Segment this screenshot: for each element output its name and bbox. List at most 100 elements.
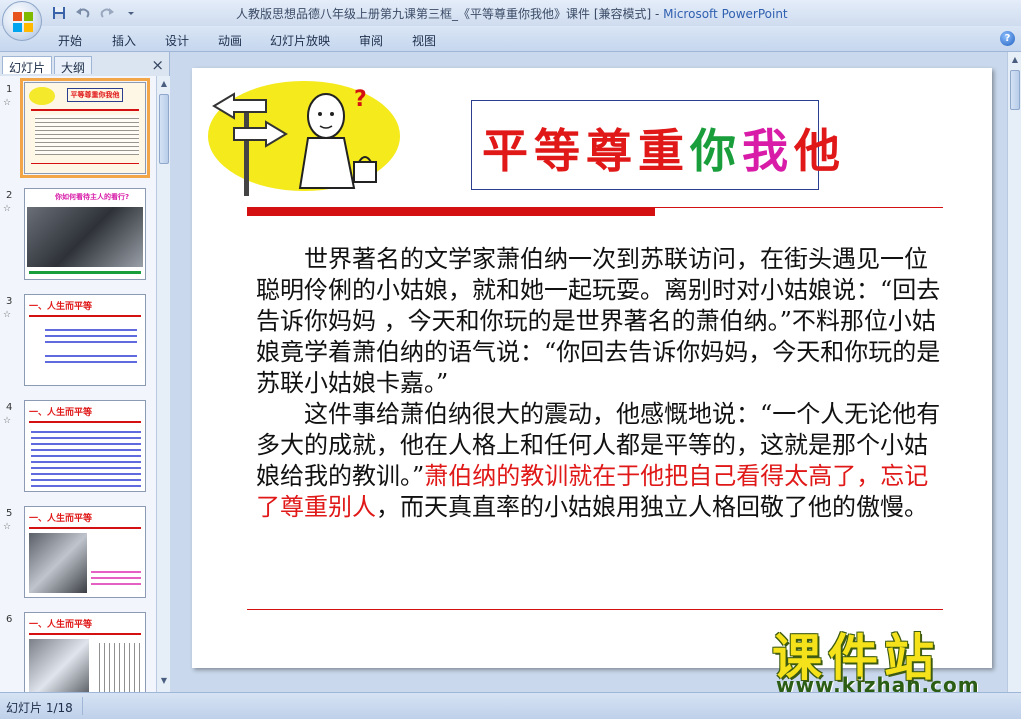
- title-bar: 人教版思想品德八年级上册第九课第三框_《平等尊重你我他》课件 [兼容模式] - …: [0, 0, 1021, 26]
- thumb-caption: [29, 271, 141, 274]
- paragraph-2: 这件事给萧伯纳很大的震动，他感慨地说：“一个人无论他有多大的成就，他在人格上和任…: [256, 399, 946, 523]
- office-logo-icon: [13, 12, 33, 32]
- site-watermark: 课件站 www.kjzhan.com: [772, 618, 1012, 698]
- animation-star-icon: ☆: [3, 204, 12, 214]
- thumb-title: 一、人生而平等: [29, 620, 93, 630]
- animation-star-icon: ☆: [3, 522, 12, 532]
- thumb-text-lines: [95, 643, 141, 692]
- tab-design[interactable]: 设计: [165, 32, 189, 49]
- tab-slides[interactable]: 幻灯片: [2, 56, 53, 75]
- title-char-4: 你: [690, 124, 740, 178]
- thumb-bar: [29, 527, 141, 529]
- title-char-1: 等: [534, 124, 584, 178]
- slide-editing-area: ? 平等尊重你我他 世界著名的文学家萧伯纳一次到苏联访问，在街头遇见一位聪明伶俐…: [172, 52, 1021, 692]
- tab-review[interactable]: 审阅: [359, 32, 383, 49]
- help-icon[interactable]: ?: [1000, 31, 1015, 46]
- tab-slideshow[interactable]: 幻灯片放映: [270, 32, 330, 49]
- slide-thumbnail-5[interactable]: 一、人生而平等: [24, 506, 146, 598]
- app-name: Microsoft PowerPoint: [663, 7, 788, 21]
- title-char-5: 我: [742, 124, 792, 178]
- tab-insert[interactable]: 插入: [112, 32, 136, 49]
- pane-tabs: 幻灯片 大纲 ×: [0, 54, 170, 75]
- slide-number: 2: [6, 190, 13, 201]
- undo-button[interactable]: [74, 4, 92, 22]
- save-button[interactable]: [50, 4, 68, 22]
- animation-star-icon: ☆: [3, 98, 12, 108]
- thumb-title: 平等尊重你我他: [67, 88, 123, 102]
- title-char-6: 他: [794, 124, 844, 178]
- thumb-text-lines: [91, 567, 141, 587]
- current-slide[interactable]: ? 平等尊重你我他 世界著名的文学家萧伯纳一次到苏联访问，在街头遇见一位聪明伶俐…: [192, 68, 992, 668]
- slide-thumbnail-6[interactable]: 一、人生而平等: [24, 612, 146, 692]
- thumbnail-scrollbar[interactable]: ▲ ▼: [156, 76, 170, 692]
- close-pane-icon[interactable]: ×: [151, 56, 164, 74]
- title-char-3: 重: [638, 124, 688, 178]
- thumb-bar: [29, 633, 141, 635]
- scroll-up-icon[interactable]: ▲: [1010, 55, 1020, 65]
- thumb-bar: [31, 109, 139, 111]
- window-title: 人教版思想品德八年级上册第九课第三框_《平等尊重你我他》课件 [兼容模式] - …: [236, 5, 788, 22]
- thumb-title: 你如何看待主人的看行?: [55, 193, 130, 201]
- thumbnail-list: 1 ☆ 平等尊重你我他 2 ☆ 你如何看待主人的看行? 3 ☆ 一、人生而平等 …: [0, 76, 156, 692]
- customize-qat-button[interactable]: [122, 4, 140, 22]
- red-accent-bar: [247, 208, 655, 216]
- slide-counter: 幻灯片 1/18: [6, 701, 73, 715]
- redo-icon: [100, 8, 114, 18]
- tab-home[interactable]: 开始: [58, 32, 82, 49]
- animation-star-icon: ☆: [3, 416, 12, 426]
- thumb-text-lines: [31, 427, 141, 487]
- svg-text:?: ?: [354, 87, 367, 112]
- scrollbar-thumb[interactable]: [159, 94, 169, 164]
- slide-thumbnail-2[interactable]: 你如何看待主人的看行?: [24, 188, 146, 280]
- scroll-down-icon[interactable]: ▼: [159, 676, 169, 686]
- thumb-bar: [29, 421, 141, 423]
- document-title: 人教版思想品德八年级上册第九课第三框_《平等尊重你我他》课件 [兼容模式] -: [236, 7, 664, 21]
- slide-thumbnail-3[interactable]: 一、人生而平等: [24, 294, 146, 386]
- slide-thumbnail-4[interactable]: 一、人生而平等: [24, 400, 146, 492]
- thumb-title: 一、人生而平等: [29, 408, 93, 418]
- slide-title-box: 平等尊重你我他: [471, 100, 840, 190]
- thumb-line: [31, 163, 139, 164]
- slide-scrollbar[interactable]: ▲: [1007, 52, 1021, 692]
- thumb-bar: [29, 315, 141, 317]
- animation-star-icon: ☆: [3, 310, 12, 320]
- slide-number: 4: [6, 402, 13, 413]
- slide-thumbnail-1[interactable]: 平等尊重你我他: [20, 78, 150, 178]
- status-bar: 幻灯片 1/18: [0, 692, 1021, 719]
- title-char-0: 平: [482, 124, 532, 178]
- thumb-photo: [29, 533, 87, 593]
- thumb-image: [29, 87, 55, 105]
- slide-number: 6: [6, 614, 13, 625]
- slide-number: 1: [6, 84, 13, 95]
- office-button[interactable]: [2, 1, 42, 41]
- thumb-photo: [27, 207, 143, 267]
- scroll-up-icon[interactable]: ▲: [159, 79, 169, 89]
- thumb-title: 一、人生而平等: [29, 302, 93, 312]
- cartoon-girl-signpost-icon: ?: [208, 81, 400, 196]
- slides-pane: 幻灯片 大纲 × 1 ☆ 平等尊重你我他 2 ☆ 你如何看待主人的看行? 3 ☆…: [0, 52, 170, 692]
- ribbon-tabs: 开始 插入 设计 动画 幻灯片放映 审阅 视图 ?: [0, 26, 1021, 52]
- divider-line-bottom: [247, 609, 943, 610]
- slide-body-text: 世界著名的文学家萧伯纳一次到苏联访问，在街头遇见一位聪明伶俐的小姑娘，就和她一起…: [256, 244, 946, 523]
- paragraph-1: 世界著名的文学家萧伯纳一次到苏联访问，在街头遇见一位聪明伶俐的小姑娘，就和她一起…: [256, 245, 941, 397]
- save-icon: [53, 7, 65, 19]
- redo-button[interactable]: [98, 4, 116, 22]
- quick-access-toolbar: [50, 4, 140, 22]
- status-separator: [82, 697, 83, 715]
- undo-icon: [76, 8, 90, 18]
- thumb-title: 一、人生而平等: [29, 514, 93, 524]
- slide-number: 3: [6, 296, 13, 307]
- dropdown-arrow-icon: [128, 12, 134, 15]
- tab-animations[interactable]: 动画: [218, 32, 242, 49]
- thumb-photo: [29, 639, 89, 692]
- thumb-text-lines: [45, 325, 137, 345]
- tab-outline[interactable]: 大纲: [54, 56, 93, 75]
- paragraph-2-part-b: ，而天真直率的小姑娘用独立人格回敬了他的傲慢。: [376, 493, 928, 521]
- slide-title: 平等尊重你我他: [482, 115, 844, 181]
- scrollbar-thumb[interactable]: [1010, 70, 1020, 110]
- title-char-2: 尊: [586, 124, 636, 178]
- thumb-text-lines: [45, 351, 137, 365]
- tab-view[interactable]: 视图: [412, 32, 436, 49]
- thumb-text-lines: [35, 115, 139, 155]
- slide-number: 5: [6, 508, 13, 519]
